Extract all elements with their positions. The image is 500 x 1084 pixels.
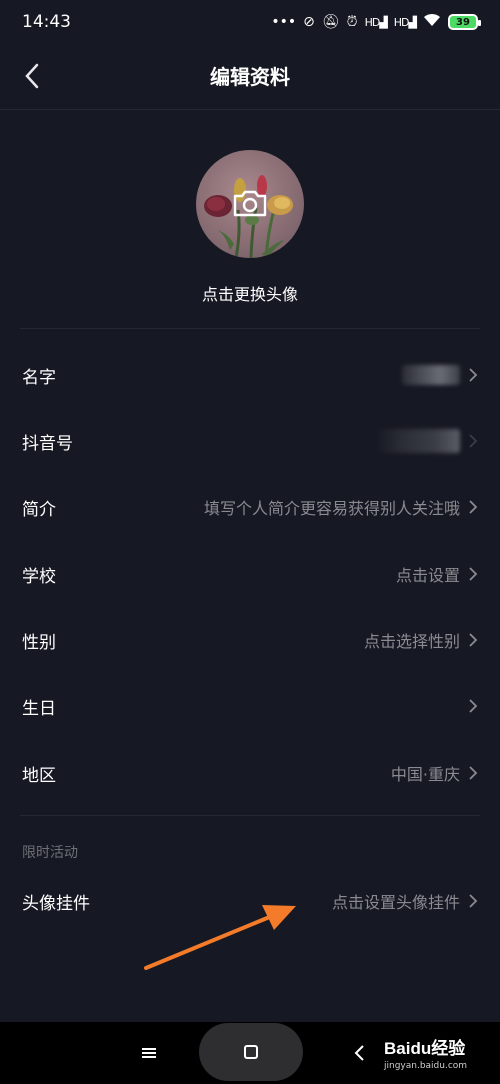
avatar-pendant-value: 点击设置头像挂件 bbox=[331, 893, 460, 912]
status-icons: ••• ⊘ 🔕︎ ⏰︎ HD▟ HD▟ 39 bbox=[271, 13, 481, 31]
page-title: 编辑资料 bbox=[210, 65, 290, 89]
home-square-icon bbox=[244, 1045, 258, 1059]
menu-icon[interactable] bbox=[138, 1042, 160, 1064]
divider bbox=[20, 815, 480, 816]
douyin-id-label: 抖音号 bbox=[22, 433, 73, 454]
limited-activity-section-title: 限时活动 bbox=[22, 845, 78, 861]
region-value: 中国·重庆 bbox=[390, 765, 460, 784]
more-dots-icon: ••• bbox=[271, 14, 297, 30]
watermark-logo: Baidu经验 jingyan.baidu.com bbox=[384, 1034, 494, 1080]
chevron-right-icon bbox=[469, 567, 478, 581]
chevron-right-icon bbox=[469, 500, 478, 514]
link-icon: ⊘ bbox=[303, 14, 315, 30]
home-button[interactable] bbox=[199, 1023, 303, 1081]
gender-value: 点击选择性别 bbox=[363, 632, 460, 651]
avatar-pendant-row[interactable]: 头像挂件 点击设置头像挂件 bbox=[0, 868, 500, 934]
chevron-right-icon bbox=[469, 368, 478, 382]
gender-label: 性别 bbox=[22, 632, 56, 653]
chevron-right-icon bbox=[469, 633, 478, 647]
bio-value: 填写个人简介更容易获得别人关注哦 bbox=[203, 499, 460, 518]
name-value-blurred bbox=[402, 365, 460, 385]
back-icon[interactable] bbox=[350, 1042, 370, 1064]
camera-icon bbox=[233, 190, 267, 217]
status-time: 14:43 bbox=[22, 12, 71, 32]
mute-icon: 🔕︎ bbox=[321, 14, 340, 30]
signal-1-icon: HD▟ bbox=[364, 15, 388, 29]
avatar-pendant-label: 头像挂件 bbox=[22, 893, 90, 914]
douyin-id-value-blurred bbox=[376, 429, 460, 453]
status-bar: 14:43 ••• ⊘ 🔕︎ ⏰︎ HD▟ HD▟ 39 bbox=[0, 0, 500, 44]
birthday-row[interactable]: 生日 bbox=[0, 673, 500, 739]
avatar[interactable] bbox=[196, 150, 304, 258]
school-row[interactable]: 学校 点击设置 bbox=[0, 541, 500, 607]
bio-row[interactable]: 简介 填写个人简介更容易获得别人关注哦 bbox=[0, 474, 500, 540]
name-row[interactable]: 名字 bbox=[0, 342, 500, 408]
change-avatar-hint[interactable]: 点击更换头像 bbox=[0, 281, 500, 305]
school-value: 点击设置 bbox=[395, 566, 460, 585]
school-label: 学校 bbox=[22, 566, 56, 587]
battery-icon: 39 bbox=[448, 14, 481, 30]
gender-row[interactable]: 性别 点击选择性别 bbox=[0, 607, 500, 673]
douyin-id-row[interactable]: 抖音号 bbox=[0, 408, 500, 474]
divider bbox=[20, 328, 480, 329]
signal-2-icon: HD▟ bbox=[393, 15, 417, 29]
region-row[interactable]: 地区 中国·重庆 bbox=[0, 740, 500, 806]
region-label: 地区 bbox=[22, 765, 56, 786]
watermark-brand: Baidu经验 bbox=[384, 1039, 466, 1058]
watermark-url: jingyan.baidu.com bbox=[384, 1061, 468, 1071]
chevron-left-icon bbox=[25, 63, 39, 89]
bio-label: 简介 bbox=[22, 499, 56, 520]
name-label: 名字 bbox=[22, 367, 56, 388]
chevron-right-icon bbox=[469, 894, 478, 908]
nav-bar: 编辑资料 bbox=[0, 44, 500, 110]
chevron-right-icon bbox=[469, 434, 478, 448]
back-button[interactable] bbox=[14, 58, 50, 94]
birthday-label: 生日 bbox=[22, 698, 56, 719]
chevron-right-icon bbox=[469, 699, 478, 713]
wifi-icon bbox=[423, 13, 441, 31]
chevron-right-icon bbox=[469, 766, 478, 780]
alarm-icon: ⏰︎ bbox=[346, 14, 358, 30]
